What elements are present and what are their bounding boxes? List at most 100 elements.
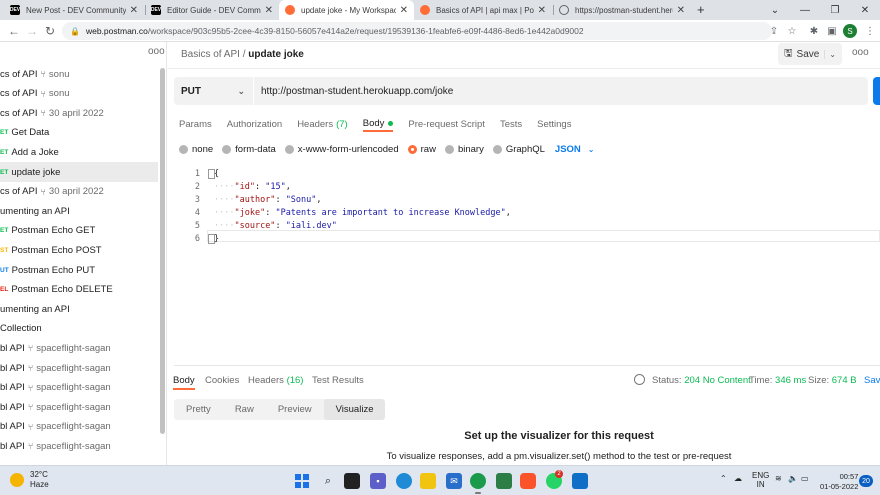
method-select[interactable]: PUT ⌄ — [174, 77, 254, 105]
new-tab-button[interactable]: + — [697, 2, 705, 17]
side-panel-icon[interactable]: ▣ — [824, 23, 840, 39]
clock[interactable]: 00:57 01-05-2022 — [820, 472, 858, 492]
forward-arrow-icon[interactable]: → — [24, 23, 40, 39]
tab-tests[interactable]: Tests — [500, 116, 522, 132]
save-button[interactable]: 🖫 Save ⌄ — [778, 43, 842, 65]
close-icon[interactable]: ✕ — [538, 5, 546, 16]
time-value[interactable]: 346 ms — [775, 375, 806, 386]
body-type-x-www-form-urlencoded[interactable]: x-www-form-urlencoded — [284, 144, 399, 155]
mail-icon[interactable]: ✉ — [446, 473, 462, 489]
close-icon[interactable]: ✕ — [265, 5, 273, 16]
size-value[interactable]: 674 B — [832, 375, 857, 386]
tab-headers[interactable]: Headers (7) — [297, 116, 348, 132]
search-icon[interactable]: ⌕ — [320, 473, 336, 489]
browser-tab-update-joke[interactable]: update joke - My Workspace ✕ — [279, 0, 414, 20]
tab-settings[interactable]: Settings — [537, 116, 571, 132]
sidebar-more-icon[interactable]: ooo — [148, 46, 165, 57]
reload-icon[interactable]: ↻ — [42, 23, 58, 39]
volume-icon[interactable]: 🔈 — [788, 474, 798, 483]
extensions-icon[interactable]: ✱ — [806, 23, 822, 39]
browser-tab-editor-guide[interactable]: DEV Editor Guide - DEV Community 🔒 ✕ — [145, 0, 279, 20]
task-view-icon[interactable] — [344, 473, 360, 489]
globe-icon[interactable] — [634, 374, 645, 385]
radio-icon[interactable] — [284, 144, 294, 154]
response-tab-body[interactable]: Body — [173, 375, 195, 390]
windows-start-icon[interactable] — [294, 473, 310, 489]
cloud-icon[interactable]: ☁ — [734, 474, 742, 483]
sidebar-item[interactable]: ET Add a Joke — [0, 142, 158, 162]
sidebar-item[interactable]: cs of API ⑂ sonu — [0, 64, 158, 84]
wifi-icon[interactable]: ≋ — [775, 474, 782, 483]
sidebar-item[interactable]: bl API ⑂ spaceflight-sagan — [0, 417, 158, 437]
sidebar-item[interactable]: bl API ⑂ spaceflight-sagan — [0, 436, 158, 456]
tab-body[interactable]: Body — [362, 116, 394, 132]
request-url-input[interactable] — [261, 77, 861, 105]
sidebar-item[interactable]: ET update joke — [0, 162, 158, 182]
code-line[interactable]: ····"source": "iali.dev" — [214, 221, 337, 231]
maximize-icon[interactable]: ❐ — [820, 0, 850, 20]
tab-authorization[interactable]: Authorization — [227, 116, 282, 132]
sidebar-item[interactable]: cs of API ⑂ 30 april 2022 — [0, 182, 158, 202]
tab-params[interactable]: Params — [179, 116, 212, 132]
close-icon[interactable]: ✕ — [130, 5, 138, 16]
sidebar-item[interactable]: bl API ⑂ spaceflight-sagan — [0, 358, 158, 378]
weather-widget[interactable]: 32°C Haze — [10, 470, 49, 490]
send-button[interactable] — [873, 77, 880, 105]
tab-pre-request-script[interactable]: Pre-request Script — [408, 116, 485, 132]
chrome-icon[interactable] — [470, 473, 486, 489]
edge-icon[interactable] — [396, 473, 412, 489]
notification-count[interactable]: 20 — [859, 475, 873, 487]
battery-icon[interactable]: ▭ — [801, 474, 809, 483]
sidebar-item[interactable]: umenting an API — [0, 201, 158, 221]
language-indicator[interactable]: ENG IN — [752, 471, 769, 489]
radio-icon[interactable] — [179, 144, 188, 154]
chevron-down-icon[interactable]: ⌄ — [824, 49, 836, 59]
view-tab-pretty[interactable]: Pretty — [174, 399, 223, 420]
breadcrumb-current[interactable]: update joke — [248, 49, 304, 60]
language-select[interactable]: JSON ⌄ — [555, 144, 595, 155]
sidebar-item[interactable]: Collection — [0, 319, 158, 339]
view-tab-visualize[interactable]: Visualize — [323, 399, 386, 420]
body-type-none[interactable]: none — [179, 144, 213, 155]
sidebar-item[interactable]: ST Postman Echo POST — [0, 240, 158, 260]
code-line[interactable]: ····"author": "Sonu", — [214, 195, 322, 205]
browser-tab-new-post[interactable]: DEV New Post - DEV Community 🔒 🔒 ✕ — [4, 0, 144, 20]
sidebar-item[interactable]: UT Postman Echo PUT — [0, 260, 158, 280]
kebab-menu-icon[interactable]: ⋮ — [862, 23, 878, 39]
view-tab-preview[interactable]: Preview — [266, 399, 324, 420]
back-arrow-icon[interactable]: ← — [6, 23, 22, 39]
sidebar-item[interactable]: bl API ⑂ spaceflight-sagan — [0, 378, 158, 398]
sidebar-item[interactable]: EL Postman Echo DELETE — [0, 280, 158, 300]
radio-icon[interactable] — [222, 144, 232, 154]
minimize-icon[interactable]: — — [790, 0, 820, 20]
view-tab-raw[interactable]: Raw — [223, 399, 266, 420]
chevron-down-icon[interactable]: ⌄ — [760, 0, 790, 20]
radio-icon[interactable] — [492, 144, 502, 154]
code-line[interactable]: { — [214, 169, 219, 179]
more-options-icon[interactable]: ooo — [852, 47, 869, 58]
teams-chat-icon[interactable]: ▪ — [370, 473, 386, 489]
body-type-binary[interactable]: binary — [444, 144, 484, 155]
photos-icon[interactable] — [572, 473, 588, 489]
body-type-graphql[interactable]: GraphQL — [492, 144, 545, 155]
close-icon[interactable]: ✕ — [400, 5, 408, 16]
close-icon[interactable]: ✕ — [677, 5, 685, 16]
body-editor[interactable]: 1{2 ····"id": "15", 3 ····"author": "Sonu",… — [174, 167, 880, 366]
sidebar-item[interactable]: umenting an API — [0, 299, 158, 319]
sidebar-item[interactable]: ET Postman Echo GET — [0, 221, 158, 241]
store-icon[interactable] — [496, 473, 512, 489]
sidebar-item[interactable]: cs of API ⑂ 30 april 2022 — [0, 103, 158, 123]
url-omnibox[interactable]: 🔒 web.postman.co/workspace/903c95b5-2cee… — [62, 22, 772, 40]
sidebar-scrollbar[interactable] — [160, 68, 165, 434]
body-type-form-data[interactable]: form-data — [222, 144, 276, 155]
response-tab-headers[interactable]: Headers (16) — [248, 375, 303, 386]
code-line[interactable]: } — [214, 234, 219, 244]
radio-icon[interactable] — [407, 144, 417, 154]
file-explorer-icon[interactable] — [420, 473, 436, 489]
profile-avatar[interactable]: S — [843, 24, 857, 38]
browser-tab-basics-of-api[interactable]: Basics of API | api max | Postman ✕ — [414, 0, 552, 20]
response-tab-test-results[interactable]: Test Results — [312, 375, 364, 386]
star-icon[interactable]: ☆ — [784, 23, 800, 39]
brave-icon[interactable] — [520, 473, 536, 489]
response-tab-cookies[interactable]: Cookies — [205, 375, 239, 386]
